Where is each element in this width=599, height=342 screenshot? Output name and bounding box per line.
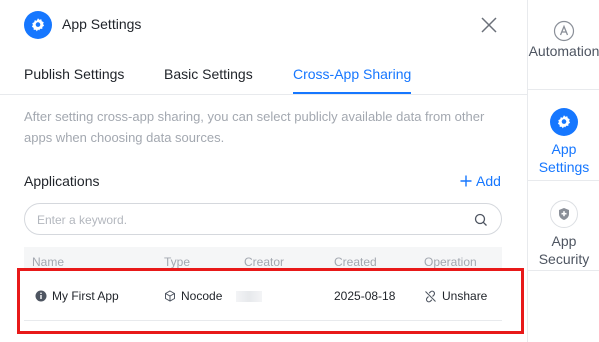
shield-icon (550, 200, 578, 228)
applications-heading: Applications (24, 173, 100, 189)
search-input[interactable] (37, 210, 457, 230)
sidebar-label: App (551, 233, 577, 249)
sidebar-item-app-settings[interactable]: App Settings (528, 108, 599, 176)
sharing-description: After setting cross-app sharing, you can… (24, 109, 485, 145)
column-header-type: Type (164, 255, 191, 269)
plus-icon (460, 175, 472, 187)
sidebar-divider (528, 180, 599, 181)
column-header-creator: Creator (244, 255, 285, 269)
sidebar-label: Settings (538, 159, 590, 175)
column-header-operation: Operation (424, 255, 477, 269)
settings-tabs: Publish Settings Basic Settings Cross-Ap… (0, 50, 527, 95)
add-application-button[interactable]: Add (460, 173, 501, 189)
sidebar-label: Security (538, 251, 590, 267)
tab-basic-settings[interactable]: Basic Settings (164, 66, 253, 82)
sidebar-divider (528, 89, 599, 90)
active-tab-indicator (293, 92, 411, 94)
close-icon[interactable] (480, 16, 498, 34)
panel-title: App Settings (62, 16, 142, 32)
application-search (24, 203, 502, 235)
automation-icon (553, 20, 575, 42)
sidebar-label: App (551, 141, 577, 157)
column-header-created: Created (334, 255, 377, 269)
column-header-name: Name (32, 255, 65, 269)
add-label: Add (476, 173, 501, 189)
app-settings-panel: App Settings Publish Settings Basic Sett… (0, 0, 527, 342)
tab-cross-app-sharing[interactable]: Cross-App Sharing (293, 66, 411, 82)
highlight-box (17, 268, 524, 334)
sidebar-label: Automation (528, 43, 599, 59)
right-sidebar: Automation App Settings App Security (527, 0, 599, 342)
gear-icon (24, 11, 52, 39)
search-icon[interactable] (473, 212, 489, 228)
gear-icon (550, 108, 578, 136)
panel-header: App Settings (0, 0, 527, 50)
tab-publish-settings[interactable]: Publish Settings (24, 66, 124, 82)
sidebar-item-automation[interactable]: Automation (528, 20, 599, 60)
sidebar-divider (528, 270, 599, 271)
sidebar-item-app-security[interactable]: App Security (528, 200, 599, 268)
